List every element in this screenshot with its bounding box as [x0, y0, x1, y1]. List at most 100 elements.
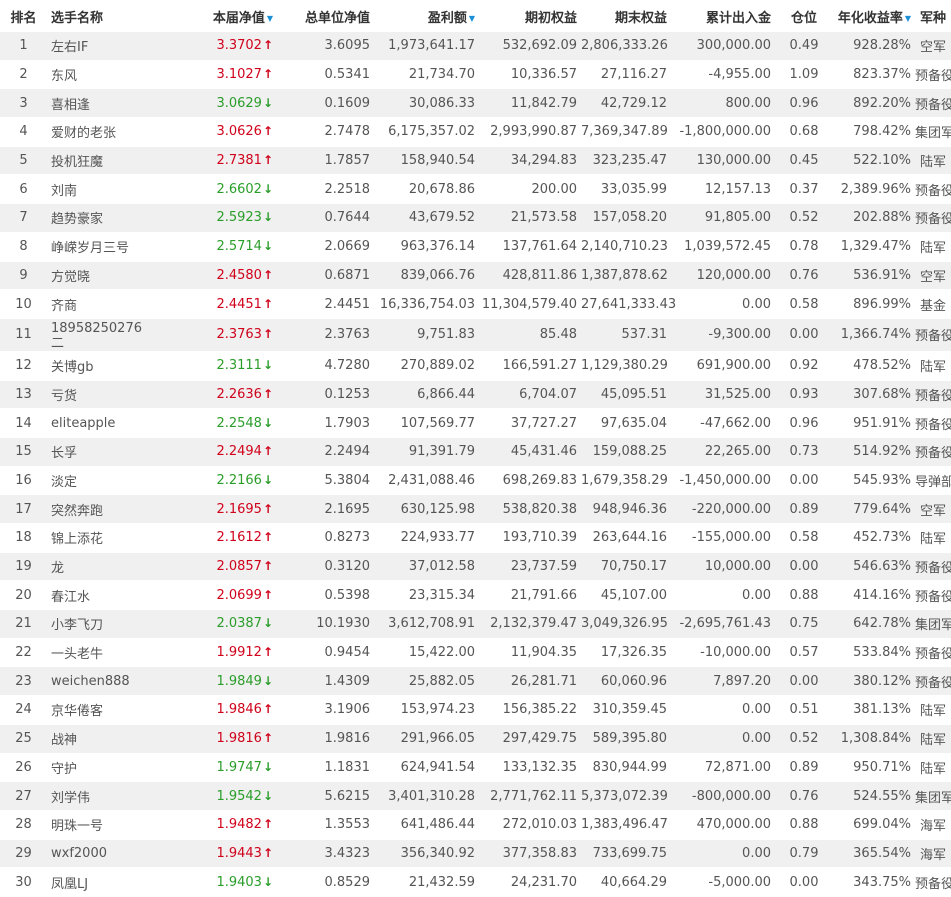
header-rank: 排名 — [10, 10, 37, 26]
cell-end-equity: 830,944.99 — [581, 753, 671, 783]
cell-end-equity: 2,140,710.23 — [581, 232, 671, 262]
arrow-up-icon: ↑ — [262, 444, 273, 459]
player-name-link[interactable]: 京华倦客 — [47, 695, 143, 725]
cell-nav: 3.0629↓ — [143, 88, 277, 119]
cell-nav: 2.0387↓ — [143, 609, 277, 639]
table-row: 21 小李飞刀 2.0387↓ 10.1930 3,612,708.91 2,132,37… — [0, 609, 951, 639]
player-name-link[interactable]: 峥嵘岁月三号 — [47, 232, 143, 262]
player-name-link[interactable]: 战神 — [47, 724, 143, 754]
cell-position: 0.89 — [775, 753, 833, 783]
player-name-link[interactable]: 方觉晓 — [47, 261, 143, 291]
cell-start-equity: 11,304,579.40 — [479, 289, 581, 319]
player-name-link[interactable]: 齐商 — [47, 289, 143, 319]
cell-total-nav: 0.9454 — [277, 638, 374, 668]
cell-annual-return: 951.91% — [833, 408, 915, 438]
player-name-link[interactable]: eliteapple — [47, 408, 143, 438]
cell-start-equity: 428,811.86 — [479, 261, 581, 291]
cell-army: 集团军 — [915, 781, 951, 811]
cell-army: 预备役 — [915, 408, 951, 438]
cell-start-equity: 34,294.83 — [479, 146, 581, 176]
player-name-link[interactable]: 守护 — [47, 753, 143, 783]
player-name-link[interactable]: 趋势豪家 — [47, 203, 143, 233]
player-name-link[interactable]: 刘学伟 — [47, 781, 143, 811]
cell-annual-return: 699.04% — [833, 810, 915, 840]
nav-value: 2.3111 — [216, 358, 262, 374]
table-row: 8 峥嵘岁月三号 2.5714↓ 2.0669 963,376.14 137,761.64… — [0, 232, 951, 262]
player-name-link[interactable]: 刘南 — [47, 174, 143, 205]
cell-position: 0.92 — [775, 351, 833, 381]
cell-rank: 27 — [0, 781, 47, 811]
cell-rank: 28 — [0, 810, 47, 840]
arrow-down-icon: ↓ — [262, 358, 273, 373]
cell-profit: 20,678.86 — [374, 174, 479, 205]
cell-annual-return: 1,329.47% — [833, 232, 915, 262]
cell-profit: 6,866.44 — [374, 380, 479, 410]
table-row: 11 18958250276二 2.3763↑ 2.3763 9,751.83 85.48… — [0, 318, 951, 352]
cell-rank: 10 — [0, 289, 47, 319]
header-nav[interactable]: 本届净值 ▼ — [143, 0, 277, 32]
arrow-up-icon: ↑ — [262, 587, 273, 602]
player-name-link[interactable]: wxf2000 — [47, 839, 143, 869]
cell-position: 0.49 — [775, 32, 833, 61]
cell-rank: 18 — [0, 523, 47, 553]
player-name-link[interactable]: 春江水 — [47, 580, 143, 611]
player-name-link[interactable]: 凤凰LJ — [47, 867, 143, 897]
cell-end-equity: 1,387,878.62 — [581, 261, 671, 291]
player-name-link[interactable]: 爱财的老张 — [47, 117, 143, 147]
cell-profit: 91,391.79 — [374, 437, 479, 467]
player-name-link[interactable]: 长孚 — [47, 437, 143, 467]
table-row: 25 战神 1.9816↑ 1.9816 291,966.05 297,429.75 589… — [0, 724, 951, 754]
cell-total-nav: 3.1906 — [277, 695, 374, 725]
cell-total-nav: 0.6871 — [277, 261, 374, 291]
arrow-down-icon: ↓ — [262, 616, 273, 631]
cell-flow: 1,039,572.45 — [671, 232, 775, 262]
cell-total-nav: 10.1930 — [277, 609, 374, 639]
cell-rank: 25 — [0, 724, 47, 754]
nav-value: 1.9816 — [216, 731, 262, 747]
cell-annual-return: 1,308.84% — [833, 724, 915, 754]
player-name-link[interactable]: 投机狂魔 — [47, 146, 143, 176]
player-name-link[interactable]: 左右IF — [47, 32, 143, 61]
player-name-link[interactable]: 龙 — [47, 552, 143, 582]
arrow-up-icon: ↑ — [262, 530, 273, 545]
cell-army: 空军 — [915, 32, 951, 61]
header-profit[interactable]: 盈利额 ▼ — [374, 0, 479, 32]
header-annual-return[interactable]: 年化收益率 ▼ — [833, 0, 915, 32]
arrow-up-icon: ↑ — [262, 296, 273, 311]
cell-army: 预备役 — [915, 380, 951, 410]
player-name-link[interactable]: 突然奔跑 — [47, 494, 143, 524]
cell-flow: 31,525.00 — [671, 380, 775, 410]
sort-desc-icon[interactable]: ▼ — [267, 14, 273, 23]
cell-start-equity: 6,704.07 — [479, 380, 581, 410]
player-name-link[interactable]: 喜相逢 — [47, 88, 143, 119]
cell-army: 预备役 — [915, 60, 951, 90]
nav-value: 1.9482 — [216, 817, 262, 833]
table-row: 4 爱财的老张 3.0626↑ 2.7478 6,175,357.02 2,993,990… — [0, 117, 951, 147]
cell-nav: 2.0699↑ — [143, 580, 277, 611]
cell-nav: 3.0626↑ — [143, 117, 277, 147]
player-name-link[interactable]: 关博gb — [47, 351, 143, 381]
cell-flow: 470,000.00 — [671, 810, 775, 840]
cell-total-nav: 1.7903 — [277, 408, 374, 438]
player-name-link[interactable]: 小李飞刀 — [47, 609, 143, 639]
player-name-link[interactable]: 锦上添花 — [47, 523, 143, 553]
cell-rank: 14 — [0, 408, 47, 438]
cell-total-nav: 3.4323 — [277, 839, 374, 869]
player-name-link[interactable]: 亏货 — [47, 380, 143, 410]
player-name-link[interactable]: 东风 — [47, 60, 143, 90]
player-name-link[interactable]: 淡定 — [47, 466, 143, 496]
sort-desc-icon[interactable]: ▼ — [469, 14, 475, 23]
cell-flow: 91,805.00 — [671, 203, 775, 233]
cell-end-equity: 157,058.20 — [581, 203, 671, 233]
table-row: 29 wxf2000 1.9443↑ 3.4323 356,340.92 377,358.… — [0, 839, 951, 869]
sort-desc-icon[interactable]: ▼ — [905, 14, 911, 23]
cell-flow: -4,955.00 — [671, 60, 775, 90]
arrow-down-icon: ↓ — [262, 181, 273, 196]
player-name-link[interactable]: 明珠一号 — [47, 810, 143, 840]
player-name-link[interactable]: 18958250276二 — [47, 318, 143, 352]
player-name-link[interactable]: 一头老牛 — [47, 638, 143, 668]
cell-nav: 1.9443↑ — [143, 839, 277, 869]
player-name-link[interactable]: weichen888 — [47, 666, 143, 697]
cell-start-equity: 11,842.79 — [479, 88, 581, 119]
cell-profit: 630,125.98 — [374, 494, 479, 524]
